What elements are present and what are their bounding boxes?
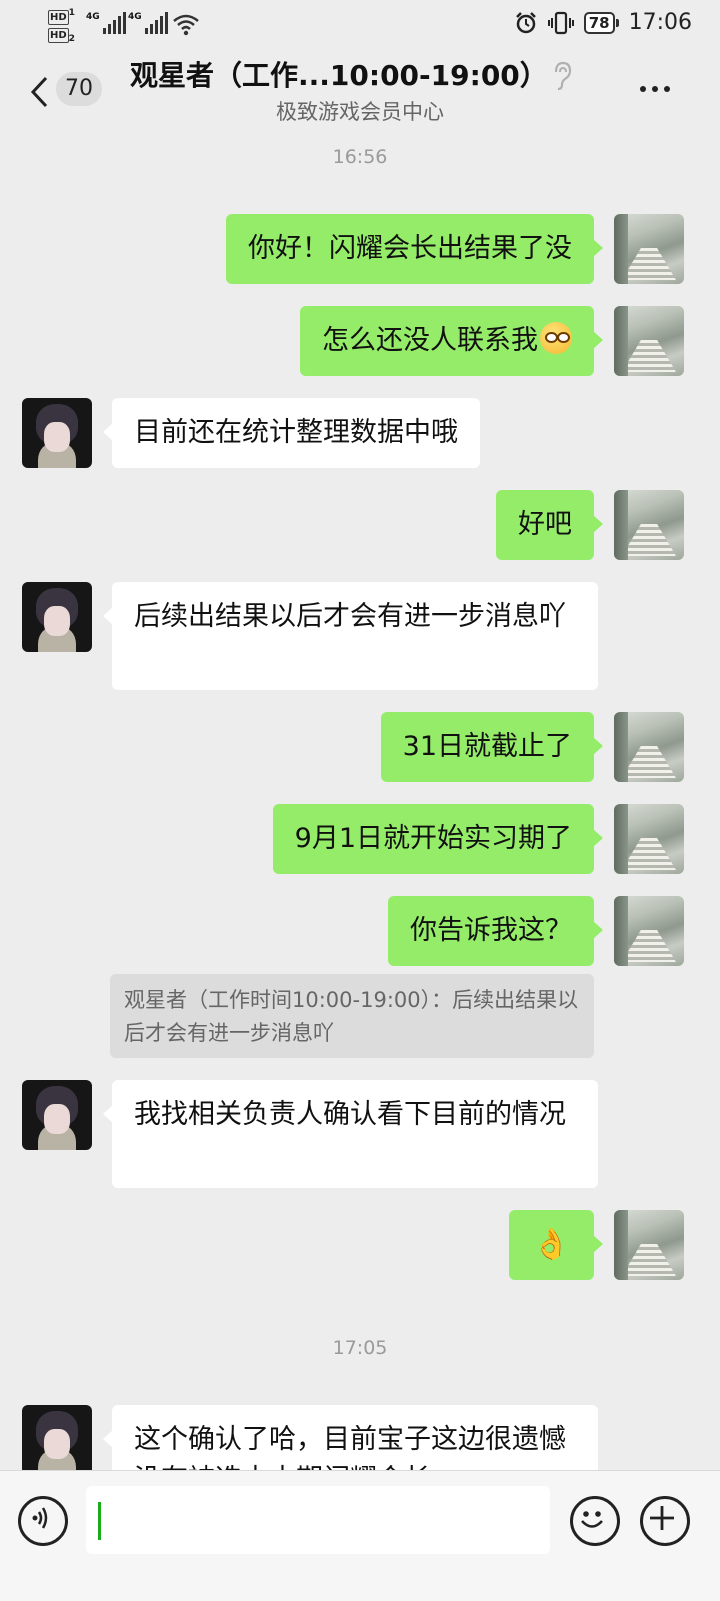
contact-avatar[interactable] — [22, 1080, 92, 1150]
alarm-icon — [515, 11, 536, 33]
text-caret — [98, 1502, 101, 1540]
more-options-icon[interactable] — [640, 86, 670, 92]
voice-input-icon[interactable] — [18, 1496, 68, 1546]
contact-avatar[interactable] — [22, 1405, 92, 1475]
grinning-face-with-glasses-icon — [540, 322, 572, 354]
message-text: 怎么还没人联系我 — [322, 325, 538, 356]
my-avatar[interactable] — [614, 490, 684, 560]
message-bubble-outgoing[interactable]: 👌 — [508, 1210, 604, 1280]
earpiece-mode-icon — [554, 61, 572, 91]
contact-avatar[interactable] — [22, 582, 92, 652]
signal-icon-1: 4G — [86, 12, 126, 34]
message-bubble-incoming[interactable]: 我找相关负责人确认看下目前的情况 — [103, 1080, 598, 1188]
input-bar — [0, 1470, 720, 1601]
status-bar: HD 1 HD 2 4G 4G 78 17:06 — [0, 0, 720, 50]
message-bubble-outgoing[interactable]: 你告诉我这？ — [388, 896, 603, 966]
my-avatar[interactable] — [614, 1210, 684, 1280]
message-bubble-incoming[interactable]: 后续出结果以后才会有进一步消息吖 — [103, 582, 598, 690]
vibrate-icon — [547, 11, 574, 34]
timestamp: 17:05 — [332, 1337, 388, 1359]
chat-subtitle: 极致游戏会员中心 — [276, 100, 444, 124]
hd-indicator-2: HD 2 — [48, 28, 76, 45]
my-avatar[interactable] — [614, 712, 684, 782]
battery-icon: 78 — [583, 11, 619, 34]
my-avatar[interactable] — [614, 214, 684, 284]
message-bubble-outgoing[interactable]: 好吧 — [496, 490, 603, 560]
timestamp: 16:56 — [332, 146, 388, 168]
quoted-message[interactable]: 观星者（工作时间10:00-19:00）：后续出结果以后才会有进一步消息吖 — [110, 974, 594, 1058]
message-bubble-outgoing[interactable]: 31日就截止了 — [380, 712, 604, 782]
message-bubble-outgoing[interactable]: 你好！闪耀会长出结果了没 — [226, 214, 603, 284]
chat-header: 70 观星者（工作...10:00-19:00） 极致游戏会员中心 — [0, 50, 720, 134]
ok-hand-icon: 👌 — [532, 1227, 570, 1262]
my-avatar[interactable] — [614, 804, 684, 874]
message-bubble-outgoing[interactable]: 9月1日就开始实习期了 — [272, 804, 604, 874]
status-right: 78 17:06 — [514, 10, 692, 35]
my-avatar[interactable] — [614, 896, 684, 966]
clock: 17:06 — [628, 10, 692, 35]
chat-title: 观星者（工作...10:00-19:00） — [130, 59, 548, 92]
message-input[interactable] — [86, 1486, 550, 1554]
signal-icon-2: 4G — [128, 12, 168, 34]
contact-avatar[interactable] — [22, 398, 92, 468]
message-bubble-incoming[interactable]: 目前还在统计整理数据中哦 — [103, 398, 480, 468]
wifi-icon — [173, 14, 199, 36]
hd-indicator-1: HD 1 — [48, 7, 76, 25]
my-avatar[interactable] — [614, 306, 684, 376]
message-bubble-outgoing[interactable]: 怎么还没人联系我 — [300, 306, 603, 376]
emoji-icon[interactable] — [570, 1496, 620, 1546]
plus-icon[interactable] — [640, 1496, 690, 1546]
